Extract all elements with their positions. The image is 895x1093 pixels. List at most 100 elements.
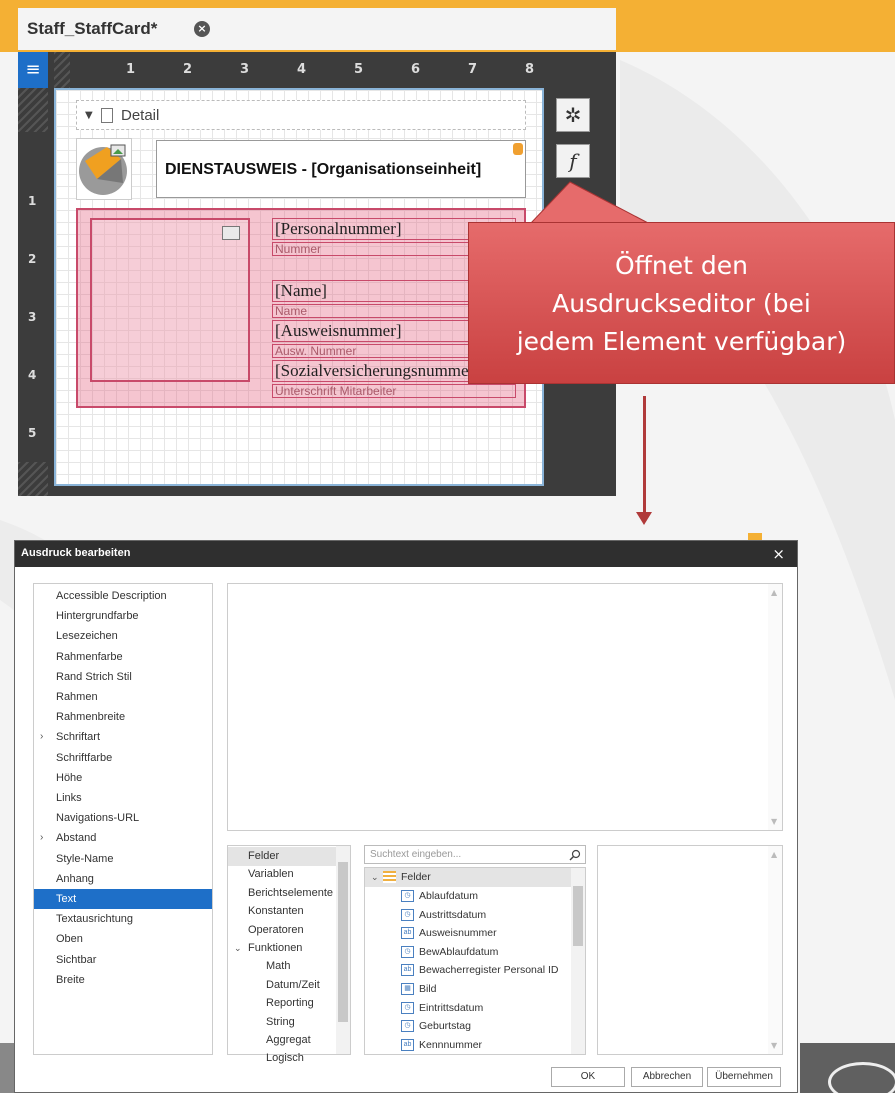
- scroll-thumb[interactable]: [573, 886, 583, 946]
- field-item[interactable]: ◷ Ablaufdatum: [365, 887, 571, 906]
- property-item[interactable]: Schriftfarbe: [34, 748, 212, 768]
- description-scrollbar[interactable]: ▲ ▼: [768, 846, 782, 1054]
- arrow-down-icon: [636, 512, 652, 525]
- property-item[interactable]: Oben: [34, 929, 212, 949]
- property-item[interactable]: › Schriftart: [34, 727, 212, 747]
- hamburger-menu-icon[interactable]: ≡: [18, 52, 48, 88]
- property-item[interactable]: Höhe: [34, 768, 212, 788]
- property-item[interactable]: Accessible Description: [34, 586, 212, 606]
- scroll-down-icon[interactable]: ▼: [771, 817, 777, 826]
- detail-band-header[interactable]: ▼ Detail: [76, 100, 526, 130]
- scroll-up-icon[interactable]: ▲: [771, 850, 777, 859]
- text-field-icon: ab: [401, 927, 414, 940]
- category-item[interactable]: String: [228, 1013, 336, 1032]
- collapse-caret-icon[interactable]: ▼: [85, 110, 93, 121]
- ruler-number: 3: [28, 310, 37, 324]
- field-item[interactable]: ab Bewacherregister Personal ID: [365, 961, 571, 980]
- image-field-icon: ▦: [401, 983, 414, 995]
- cancel-button[interactable]: Abbrechen: [631, 1067, 703, 1087]
- ruler-number: 5: [28, 426, 37, 440]
- expand-chevron-icon[interactable]: ›: [40, 727, 43, 747]
- category-item[interactable]: Variablen: [228, 865, 336, 884]
- property-item[interactable]: Rahmenfarbe: [34, 647, 212, 667]
- property-item[interactable]: › Abstand: [34, 828, 212, 848]
- field-label: Kennnummer: [419, 1038, 483, 1051]
- search-input[interactable]: Suchtext eingeben...: [364, 845, 586, 864]
- editor-scrollbar[interactable]: ▲ ▼: [768, 584, 782, 830]
- field-item[interactable]: ◷ Geburtstag: [365, 1017, 571, 1036]
- property-item[interactable]: Lesezeichen: [34, 626, 212, 646]
- property-item[interactable]: Rand Strich Stil: [34, 667, 212, 687]
- apply-button[interactable]: Übernehmen: [707, 1067, 781, 1087]
- property-item[interactable]: Navigations-URL: [34, 808, 212, 828]
- property-item[interactable]: Text: [34, 889, 212, 909]
- ok-button[interactable]: OK: [551, 1067, 625, 1087]
- data-binding-icon: [513, 143, 523, 155]
- category-item[interactable]: Aggregat: [228, 1031, 336, 1050]
- field-item[interactable]: ◷ BewAblaufdatum: [365, 943, 571, 962]
- property-item[interactable]: Sichtbar: [34, 950, 212, 970]
- settings-button[interactable]: ✲: [556, 98, 590, 132]
- category-item[interactable]: Datum/Zeit: [228, 976, 336, 995]
- property-item[interactable]: Textausrichtung: [34, 909, 212, 929]
- category-label: Variablen: [248, 868, 294, 881]
- expression-editor-button[interactable]: f: [556, 144, 590, 178]
- property-item[interactable]: Rahmen: [34, 687, 212, 707]
- category-label: Operatoren: [248, 923, 304, 936]
- collapse-chevron-icon[interactable]: ⌄: [234, 939, 242, 958]
- property-item[interactable]: Rahmenbreite: [34, 707, 212, 727]
- field-item[interactable]: ▦ Bild: [365, 980, 571, 999]
- category-item[interactable]: Math: [228, 957, 336, 976]
- selected-panel[interactable]: [Personalnummer] Nummer [Name] Name [Ausweis…: [76, 208, 526, 408]
- property-item[interactable]: Links: [34, 788, 212, 808]
- property-label: Höhe: [56, 771, 83, 784]
- clock-icon: ◷: [401, 1001, 414, 1014]
- tab-title: Staff_StaffCard*: [27, 19, 158, 38]
- field-group-root[interactable]: ⌄ Felder: [365, 868, 571, 887]
- category-label: Aggregat: [266, 1034, 311, 1046]
- callout-line-3: jedem Element verfügbar): [516, 327, 847, 356]
- accent-mark: [748, 533, 762, 540]
- field-item[interactable]: ◷ Eintrittsdatum: [365, 999, 571, 1018]
- expand-chevron-icon[interactable]: ›: [40, 828, 43, 848]
- scroll-thumb[interactable]: [338, 862, 348, 1022]
- field-scrollbar[interactable]: [571, 868, 585, 1054]
- category-item[interactable]: Operatoren: [228, 921, 336, 940]
- close-tab-icon[interactable]: ×: [194, 21, 210, 37]
- search-icon[interactable]: [569, 849, 581, 861]
- property-item[interactable]: Hintergrundfarbe: [34, 606, 212, 626]
- photo-picturebox[interactable]: [90, 218, 250, 382]
- field-label: Bewacherregister Personal ID: [419, 964, 559, 977]
- category-item[interactable]: Logisch: [228, 1049, 336, 1068]
- category-label: Math: [266, 960, 291, 973]
- field-item[interactable]: ab Ausweisnummer: [365, 924, 571, 943]
- band-label: Detail: [121, 107, 160, 124]
- category-item[interactable]: Felder: [228, 847, 336, 866]
- field-label: Eintrittsdatum: [419, 1001, 484, 1014]
- category-label: Konstanten: [248, 905, 304, 918]
- scroll-down-icon[interactable]: ▼: [771, 1041, 777, 1050]
- dialog-titlebar[interactable]: Ausdruck bearbeiten ×: [15, 541, 797, 567]
- category-item[interactable]: Reporting: [228, 994, 336, 1013]
- category-item[interactable]: Berichtselemente: [228, 884, 336, 903]
- property-item[interactable]: Anhang: [34, 869, 212, 889]
- category-scrollbar[interactable]: [336, 846, 350, 1054]
- title-textbox[interactable]: DIENSTAUSWEIS - [Organisationseinheit]: [156, 140, 526, 198]
- brand-logo-icon: [828, 1062, 895, 1093]
- ruler-number: 1: [126, 62, 136, 77]
- field-item[interactable]: ◷ Austrittsdatum: [365, 906, 571, 925]
- property-item[interactable]: Breite: [34, 970, 212, 990]
- category-item[interactable]: Konstanten: [228, 902, 336, 921]
- logo-image[interactable]: [76, 138, 132, 200]
- document-tab[interactable]: Staff_StaffCard* ×: [18, 8, 616, 52]
- category-item[interactable]: ⌄ Funktionen: [228, 939, 336, 958]
- field-item[interactable]: ab Kennnummer: [365, 1036, 571, 1054]
- category-list: Logisch Aggregat String Reporting Datum/Zeit…: [227, 845, 351, 1064]
- property-label: Sichtbar: [56, 953, 97, 966]
- field-caption[interactable]: Unterschrift Mitarbeiter: [272, 384, 516, 398]
- collapse-chevron-icon[interactable]: ⌄: [371, 868, 379, 887]
- scroll-up-icon[interactable]: ▲: [771, 588, 777, 597]
- close-icon[interactable]: ×: [772, 545, 785, 563]
- property-item[interactable]: Style-Name: [34, 849, 212, 869]
- expression-textarea[interactable]: ▲ ▼: [227, 583, 783, 831]
